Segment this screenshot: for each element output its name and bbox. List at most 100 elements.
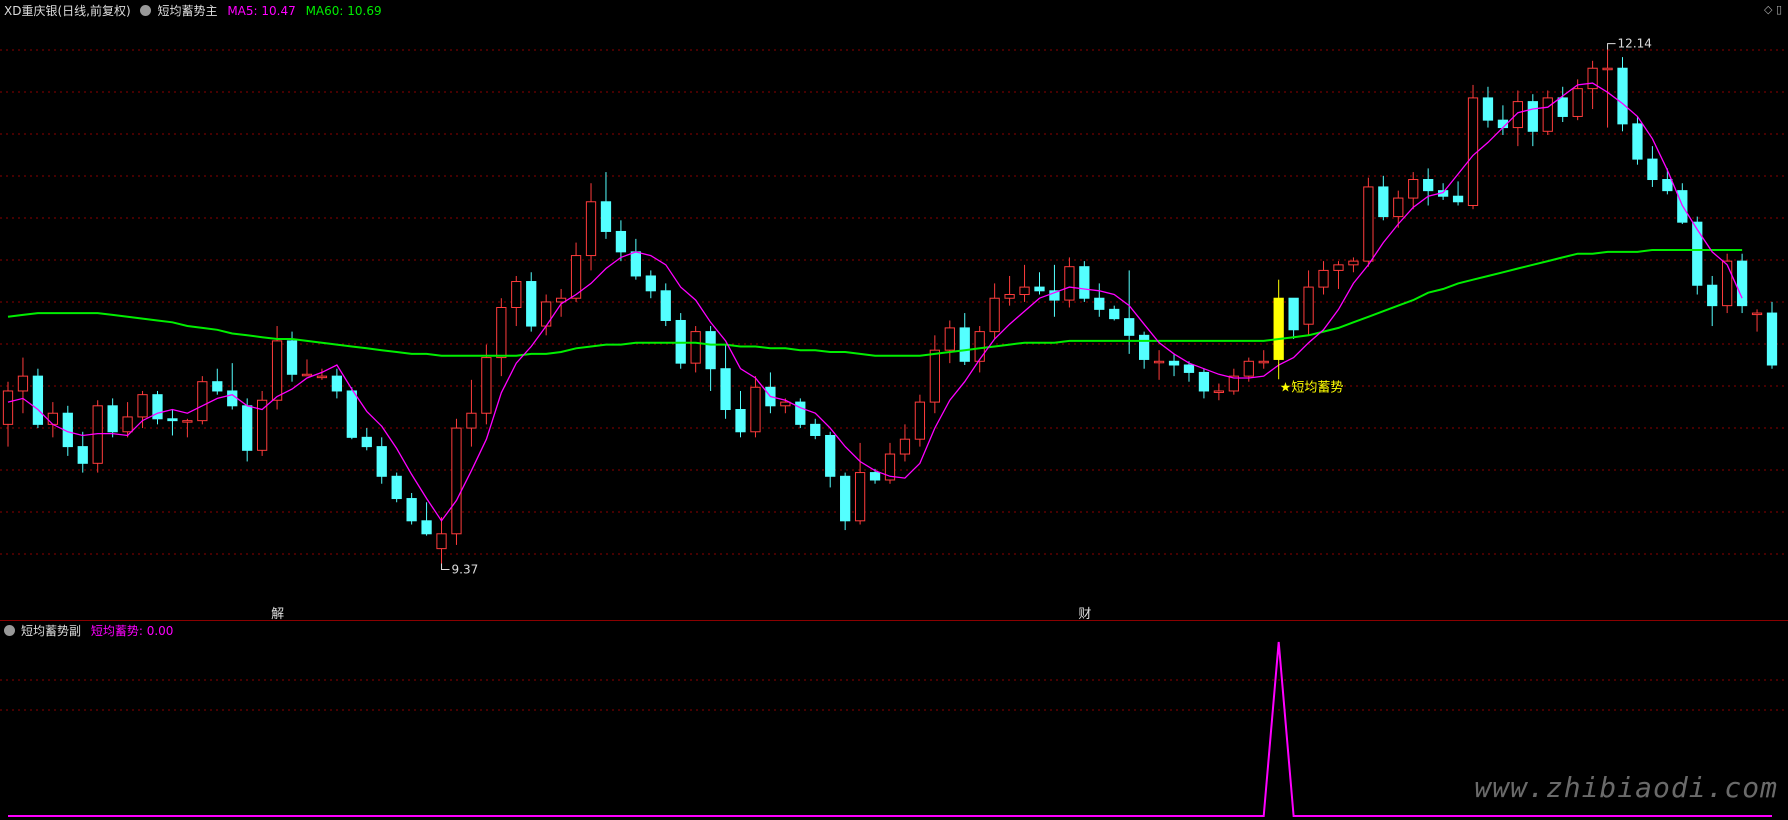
candle-body: [466, 412, 477, 429]
candle-body: [47, 412, 58, 425]
watermark: www.zhibiaodi.com: [1474, 771, 1778, 804]
candle-body: [451, 427, 462, 535]
candle-body: [1766, 312, 1778, 366]
candle-body: [854, 472, 866, 522]
sub-chart-panel[interactable]: 短均蓄势副 短均蓄势: 0.00 www.zhibiaodi.com: [0, 620, 1788, 820]
candle-body: [645, 275, 656, 292]
candle-body: [1094, 297, 1105, 310]
candle-body: [1258, 360, 1269, 364]
candle-body: [1736, 260, 1748, 307]
candle-body: [1079, 266, 1090, 299]
candle-body: [1512, 101, 1523, 129]
candle-body: [107, 405, 118, 433]
candle-body: [1153, 360, 1165, 364]
candle-body: [1273, 297, 1284, 360]
candle-body: [331, 375, 343, 392]
candle-body: [1348, 260, 1359, 266]
candle-body: [257, 399, 268, 451]
main-chart-panel[interactable]: XD重庆银(日线,前复权) 短均蓄势主 MA5: 10.47 MA60: 10.…: [0, 0, 1788, 620]
candle-body: [1318, 269, 1329, 288]
candle-body: [899, 438, 911, 455]
candle-body: [810, 423, 821, 436]
candle-body: [1482, 97, 1494, 121]
candle-body: [1064, 266, 1075, 301]
low-marker-arrow: [441, 563, 450, 570]
candle-body: [1722, 260, 1733, 307]
candle-body: [137, 394, 148, 418]
candle-body: [1168, 360, 1180, 366]
candle-body: [526, 281, 537, 327]
candle-body: [1109, 308, 1120, 320]
candle-body: [1243, 360, 1254, 377]
candle-body: [1198, 371, 1210, 392]
candle-body: [227, 390, 238, 407]
candle-body: [1213, 390, 1225, 393]
candle-body: [1183, 364, 1195, 373]
candle-body: [1602, 67, 1613, 71]
candle-body: [974, 331, 985, 362]
candle-body: [511, 281, 522, 308]
candle-body: [1034, 286, 1045, 292]
candle-body: [2, 390, 14, 425]
candle-body: [1542, 97, 1553, 132]
candle-body: [77, 446, 88, 464]
high-price-label: 12.14: [1618, 37, 1652, 51]
candle-body: [630, 251, 641, 277]
candle-body: [1303, 286, 1314, 325]
candle-body: [780, 401, 791, 407]
candle-body: [361, 436, 372, 448]
high-marker-arrow: [1607, 43, 1616, 50]
candle-body: [660, 290, 671, 321]
candle-body: [914, 401, 926, 440]
candle-body: [32, 375, 44, 425]
candle-body: [1124, 318, 1135, 336]
candle-body: [1333, 264, 1344, 271]
candle-body: [615, 230, 627, 253]
candle-body: [122, 416, 133, 433]
candle-body: [242, 405, 253, 451]
candle-body: [989, 297, 1000, 333]
candle-body: [750, 386, 761, 433]
candle-body: [585, 201, 597, 257]
candle-body: [17, 375, 29, 392]
candle-body: [197, 381, 208, 422]
candle-body: [720, 368, 731, 411]
candle-body: [1452, 195, 1464, 203]
candle-body: [705, 331, 716, 370]
candle-body: [1423, 179, 1434, 192]
candle-body: [421, 520, 432, 535]
candle-body: [1467, 97, 1479, 206]
candle-body: [600, 201, 612, 232]
candle-body: [316, 375, 328, 379]
candle-body: [376, 446, 387, 477]
candle-body: [735, 409, 746, 433]
candle-body: [1707, 284, 1718, 307]
ma60-line: [7, 249, 1743, 357]
candle-body: [182, 420, 193, 423]
candle-body: [1288, 297, 1299, 331]
candle-body: [286, 340, 298, 375]
candle-body: [1363, 186, 1374, 262]
candle-body: [1378, 186, 1389, 218]
candle-body: [1393, 197, 1404, 218]
candle-body: [496, 307, 507, 359]
candle-body: [1647, 158, 1658, 181]
candle-body: [271, 340, 283, 401]
candle-body: [1632, 123, 1643, 160]
candle-body: [1572, 88, 1583, 117]
low-price-label: 9.37: [452, 562, 479, 576]
candle-body: [1019, 286, 1030, 296]
candle-body: [825, 434, 836, 477]
candle-body: [1408, 179, 1419, 199]
signal-label: ★短均蓄势: [1280, 379, 1344, 395]
candle-body: [1527, 101, 1538, 132]
candlestick-chart: 12.14 9.37 ★短均蓄势解 财: [0, 37, 1788, 620]
candle-body: [1692, 221, 1703, 286]
candle-body: [212, 381, 223, 392]
candle-body: [1617, 67, 1628, 125]
candle-body: [1139, 334, 1150, 360]
candle-body: [1557, 97, 1568, 117]
candle-body: [929, 349, 940, 403]
event-marker: 财: [1078, 607, 1091, 620]
candle-body: [541, 301, 552, 327]
